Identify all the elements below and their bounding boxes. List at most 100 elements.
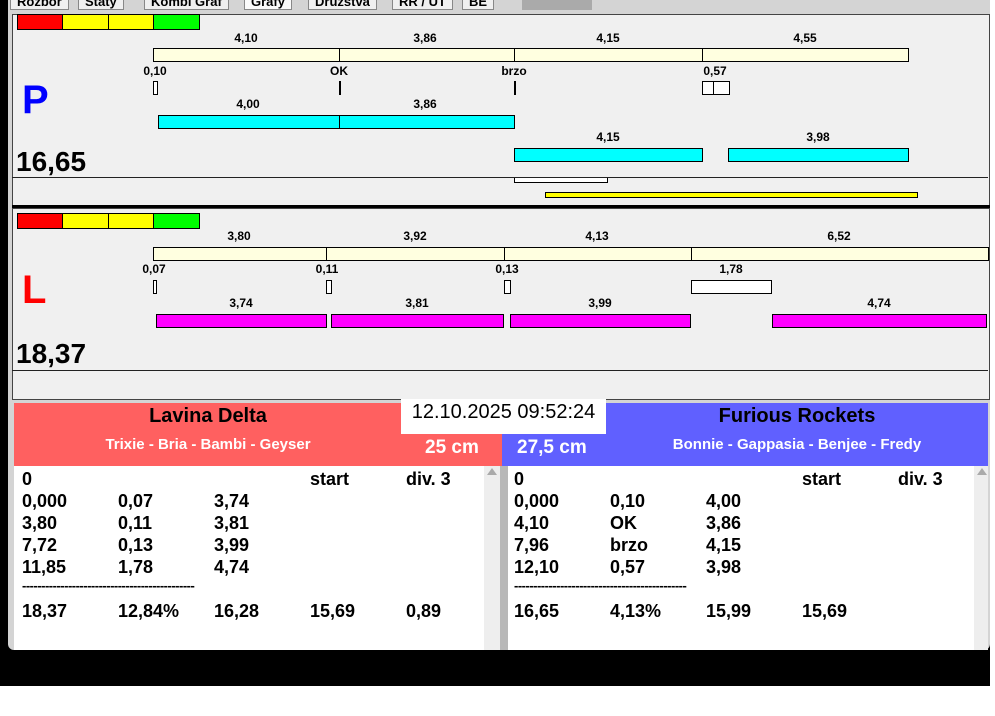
total-cell: 15,69	[802, 601, 848, 621]
score-l: 18,37	[16, 338, 87, 369]
panel-p	[12, 14, 990, 207]
run-time-label: 3,99	[588, 296, 612, 310]
run-bar	[514, 148, 703, 162]
split-bar-segment	[326, 247, 505, 261]
table-header-cell: 0	[22, 469, 33, 489]
split-bar-segment	[339, 48, 515, 62]
table-header-cell: start	[310, 469, 350, 489]
run-time-label: 3,74	[229, 296, 253, 310]
table-cell: 4,00	[706, 491, 742, 511]
signal-light	[153, 14, 200, 30]
left-distance: 25 cm	[425, 437, 479, 458]
table-cell: 7,96	[514, 535, 550, 555]
run-bar	[510, 314, 691, 328]
split-time-label: 4,13	[585, 229, 609, 243]
reaction-marker	[514, 81, 516, 95]
split-time-label: 3,92	[403, 229, 427, 243]
run-time-label: 3,98	[806, 130, 830, 144]
split-bar-segment	[702, 48, 909, 62]
run-bar	[331, 314, 504, 328]
table-header-cell: div. 3	[406, 469, 451, 489]
run-bar	[156, 314, 327, 328]
left-team-name: Lavina Delta	[149, 405, 267, 427]
table-cell: 3,80	[22, 513, 58, 533]
tab-0[interactable]: Rozbor	[10, 0, 69, 10]
reaction-marker	[339, 81, 341, 95]
table-cell: 4,74	[214, 557, 250, 577]
left-team-members: Trixie - Bria - Bambi - Geyser	[105, 436, 311, 453]
right-team-name: Furious Rockets	[718, 405, 876, 427]
divider	[12, 177, 988, 178]
table-cell: 11,85	[22, 557, 67, 577]
tab-3[interactable]: Grafy	[244, 0, 292, 10]
progress-bar-yellow	[545, 192, 918, 198]
signal-light	[62, 213, 109, 229]
tab-bar-filler	[522, 0, 592, 10]
run-bar	[728, 148, 909, 162]
run-bar	[772, 314, 987, 328]
tab-6[interactable]: BE	[462, 0, 495, 10]
run-time-label: 4,15	[596, 130, 620, 144]
reaction-marker	[504, 280, 511, 294]
table-cell: 3,81	[214, 513, 250, 533]
split-bar-segment	[514, 48, 703, 62]
scroll-up-icon[interactable]	[487, 468, 497, 475]
table-divider	[500, 466, 508, 650]
split-time-label: 3,80	[227, 229, 251, 243]
table-cell: 0,11	[118, 513, 153, 533]
signal-light	[62, 14, 109, 30]
run-time-label: 4,00	[236, 97, 260, 111]
reaction-marker	[153, 81, 158, 95]
table-header-cell: 0	[514, 469, 525, 489]
tab-4[interactable]: Družstva	[308, 0, 377, 10]
split-bar-segment	[153, 247, 327, 261]
reaction-marker	[153, 280, 157, 294]
run-bar	[158, 115, 340, 129]
signal-light	[108, 213, 155, 229]
right-scrollbar[interactable]	[974, 466, 988, 650]
split-time-label: 4,15	[596, 31, 620, 45]
table-cell: 4,10	[514, 513, 550, 533]
tab-5[interactable]: RR / UT	[392, 0, 453, 10]
signal-light	[108, 14, 155, 30]
tab-2[interactable]: Kombi Graf	[144, 0, 229, 10]
right-team-members: Bonnie - Gappasia - Benjee - Fredy	[672, 436, 922, 453]
table-cell: 0,000	[514, 491, 560, 511]
table-cell: 7,72	[22, 535, 58, 555]
table-cell: 0,000	[22, 491, 68, 511]
scroll-up-icon[interactable]	[977, 468, 987, 475]
run-time-label: 4,74	[867, 296, 891, 310]
table-cell: 0,57	[610, 557, 646, 577]
table-cell: 0,10	[610, 491, 646, 511]
tab-1[interactable]: Staty	[78, 0, 124, 10]
reaction-label: 0,10	[143, 64, 167, 78]
right-distance: 27,5 cm	[517, 437, 587, 458]
split-bar-segment	[153, 48, 340, 62]
datetime: 12.10.2025 09:52:24	[401, 399, 606, 434]
table-header-cell: div. 3	[898, 469, 943, 489]
split-time-label: 4,55	[793, 31, 817, 45]
table-cell: 1,78	[118, 557, 154, 577]
total-cell: 0,89	[406, 601, 442, 621]
table-cell: 0,07	[118, 491, 154, 511]
reaction-marker	[713, 81, 730, 95]
reaction-marker	[326, 280, 332, 294]
table-cell: 3,98	[706, 557, 742, 577]
signal-light	[17, 14, 64, 30]
run-time-label: 3,81	[405, 296, 429, 310]
lane-letter-p: P	[22, 78, 49, 122]
table-cell: 0,13	[118, 535, 154, 555]
divider	[12, 370, 988, 371]
left-scrollbar[interactable]	[484, 466, 500, 650]
reaction-label: 0,11	[315, 262, 339, 276]
signal-light	[17, 213, 64, 229]
run-bar	[339, 115, 515, 129]
reaction-label: brzo	[501, 64, 527, 78]
reaction-label: 1,78	[719, 262, 743, 276]
table-separator: ----------------------------------------…	[22, 578, 195, 593]
reaction-label: 0,07	[142, 262, 166, 276]
total-cell: 15,99	[706, 601, 752, 621]
split-bar-segment	[691, 247, 989, 261]
split-time-label: 3,86	[413, 31, 437, 45]
table-cell: brzo	[610, 535, 648, 555]
